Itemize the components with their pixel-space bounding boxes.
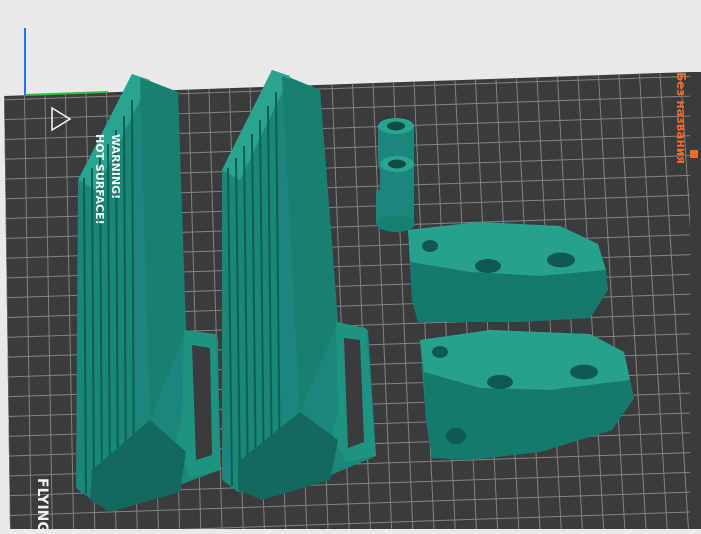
plate-edge-marker xyxy=(690,72,701,529)
bracket-top[interactable] xyxy=(408,222,608,322)
plate-accent-icon xyxy=(690,150,698,158)
3d-viewport[interactable]: WARNING! HOT SURFACE! FLYING Без названи… xyxy=(0,0,701,529)
bed-brand-text: FLYING xyxy=(34,478,50,533)
warning-line1: WARNING! xyxy=(109,134,122,199)
build-plate-scene[interactable] xyxy=(0,0,701,529)
hot-surface-warning: WARNING! HOT SURFACE! xyxy=(44,100,104,220)
plate-name-label[interactable]: Без названия xyxy=(674,72,688,164)
bushing-bottom[interactable] xyxy=(376,156,415,232)
warning-line2: HOT SURFACE! xyxy=(93,134,106,225)
